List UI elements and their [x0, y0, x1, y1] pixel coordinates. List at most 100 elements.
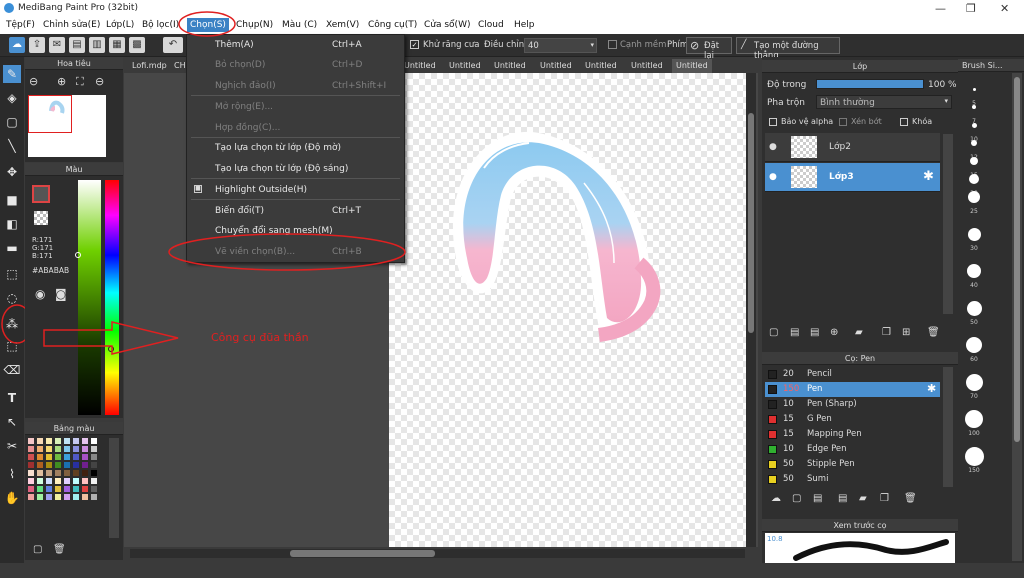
new-layer-2-icon[interactable]: ▤ — [790, 327, 799, 338]
layer-blend-select[interactable]: Bình thường ▾ — [816, 95, 952, 109]
brush-size: 10 — [783, 399, 794, 409]
brush-color-swatch — [768, 460, 777, 469]
brush-size-label: 100 — [968, 430, 980, 437]
brush-size-dot[interactable] — [970, 157, 978, 165]
select-menu-highlight — [178, 11, 236, 37]
layer-panel-title: Lớp — [762, 60, 958, 73]
brush-row[interactable]: 20 Pencil — [765, 367, 940, 382]
brush-color-swatch — [768, 430, 777, 439]
brush-row[interactable]: 15 Mapping Pen — [765, 427, 940, 442]
preview-value: 10.8 — [767, 535, 783, 543]
protect-alpha-label: Bảo vệ alpha — [781, 117, 834, 126]
layer-blend-label: Pha trộn — [767, 98, 805, 108]
brush-size-label: 50 — [970, 319, 978, 326]
brush-size: 150 — [783, 384, 800, 394]
brush-size-dot[interactable] — [971, 122, 977, 128]
brush-list-scrollbar[interactable] — [943, 367, 953, 487]
lock-label: Khóa — [912, 117, 933, 126]
brush-size-label: 70 — [970, 393, 978, 400]
brush-name: Edge Pen — [807, 444, 847, 454]
brush-row[interactable]: 50 Sumi — [765, 472, 940, 487]
brush-name: Mapping Pen — [807, 429, 862, 439]
eye-icon[interactable]: ● — [769, 172, 777, 182]
brush-size-dot[interactable] — [965, 410, 983, 428]
annotation-label: Công cụ đũa thần — [211, 331, 309, 344]
brush-name: Pen — [807, 384, 823, 394]
brush-folder-icon[interactable]: ▰ — [859, 493, 867, 504]
brush-size-dot[interactable] — [966, 300, 982, 316]
brush-name: Sumi — [807, 474, 829, 484]
brush-size-dot[interactable] — [967, 264, 981, 278]
layer-name: Lớp2 — [829, 142, 851, 152]
brush-size-dot[interactable] — [965, 373, 983, 391]
clip-label: Xén bớt — [851, 117, 882, 126]
brush-size: 15 — [783, 429, 794, 439]
brush-size: 20 — [783, 369, 794, 379]
brush-color-swatch — [768, 475, 777, 484]
brush-options-icon[interactable]: ▤ — [813, 493, 822, 504]
preview-stroke — [793, 539, 949, 561]
brush-row[interactable]: 15 G Pen — [765, 412, 940, 427]
layer-opacity-slider[interactable] — [816, 79, 924, 89]
delete-layer-icon[interactable]: 🗑 — [927, 327, 940, 338]
chevron-down-icon: ▾ — [944, 97, 948, 105]
brush-color-swatch — [768, 415, 777, 424]
brush-row[interactable]: 10 Pen (Sharp) — [765, 397, 940, 412]
brush-color-swatch — [768, 385, 777, 394]
eye-icon[interactable]: ● — [769, 142, 777, 152]
cloud-brush-icon[interactable]: ☁ — [771, 493, 781, 504]
layer-row-lop2[interactable]: ● Lớp2 — [765, 133, 940, 162]
new-layer-3-icon[interactable]: ▤ — [810, 327, 819, 338]
gear-icon[interactable]: ✱ — [927, 382, 936, 395]
gear-icon[interactable]: ✱ — [923, 169, 934, 184]
brush-size-label: 25 — [970, 208, 978, 215]
brush-import-icon[interactable]: ▤ — [838, 493, 847, 504]
layer-opacity-value: 100 % — [928, 80, 957, 90]
brush-panel-title: Cọ: Pen — [762, 352, 958, 365]
layer-row-lop3[interactable]: ● Lớp3 ✱ — [765, 163, 940, 192]
brush-size-dot[interactable] — [966, 337, 982, 353]
brush-size: 50 — [783, 459, 794, 469]
brush-color-swatch — [768, 445, 777, 454]
lock-checkbox[interactable] — [900, 118, 908, 126]
brush-size-scrollbar[interactable] — [1012, 73, 1022, 561]
folder-icon[interactable]: ▰ — [855, 327, 863, 338]
brush-row[interactable]: 50 Stipple Pen — [765, 457, 940, 472]
brush-size-dot[interactable] — [967, 227, 981, 241]
clip-checkbox[interactable] — [839, 118, 847, 126]
brush-size-dot[interactable] — [971, 140, 977, 146]
brush-size-label: 40 — [970, 282, 978, 289]
brush-delete-icon[interactable]: 🗑 — [904, 493, 917, 504]
brush-size: 15 — [783, 414, 794, 424]
new-brush-icon[interactable]: ▢ — [792, 493, 801, 504]
brush-name: Pen (Sharp) — [807, 399, 857, 409]
layer-list-scrollbar[interactable] — [943, 134, 953, 314]
brush-size-label: 60 — [970, 356, 978, 363]
brush-size: 50 — [783, 474, 794, 484]
brush-color-swatch — [768, 370, 777, 379]
add-layer-icon[interactable]: ⊕ — [830, 327, 838, 338]
brush-size-dot[interactable] — [972, 105, 976, 109]
brush-color-swatch — [768, 400, 777, 409]
brush-size-dot[interactable] — [968, 191, 980, 203]
merge-layer-icon[interactable]: ⊞ — [902, 327, 910, 338]
brush-preview: 10.8 — [765, 533, 955, 563]
protect-alpha-checkbox[interactable] — [769, 118, 777, 126]
brush-row[interactable]: 150 Pen ✱ — [765, 382, 940, 397]
layer-opacity-label: Độ trong — [767, 80, 807, 90]
layer-thumbnail — [791, 166, 817, 188]
stroke-selection-highlight — [168, 233, 406, 271]
brush-size-label: 150 — [968, 467, 980, 474]
brush-row[interactable]: 10 Edge Pen — [765, 442, 940, 457]
brush-size-dot[interactable] — [964, 446, 984, 466]
annotation-arrow — [43, 321, 179, 355]
brush-size-panel: Brush Si... 5710121520253040506070100150 — [958, 57, 1024, 563]
brush-name: G Pen — [807, 414, 832, 424]
duplicate-layer-icon[interactable]: ❐ — [882, 327, 891, 338]
brush-size-dot[interactable] — [972, 87, 976, 91]
brush-size: 10 — [783, 444, 794, 454]
new-layer-icon[interactable]: ▢ — [769, 327, 778, 338]
brush-size-title: Brush Si... — [958, 59, 1024, 72]
brush-size-dot[interactable] — [969, 174, 979, 184]
brush-copy-icon[interactable]: ❐ — [880, 493, 889, 504]
